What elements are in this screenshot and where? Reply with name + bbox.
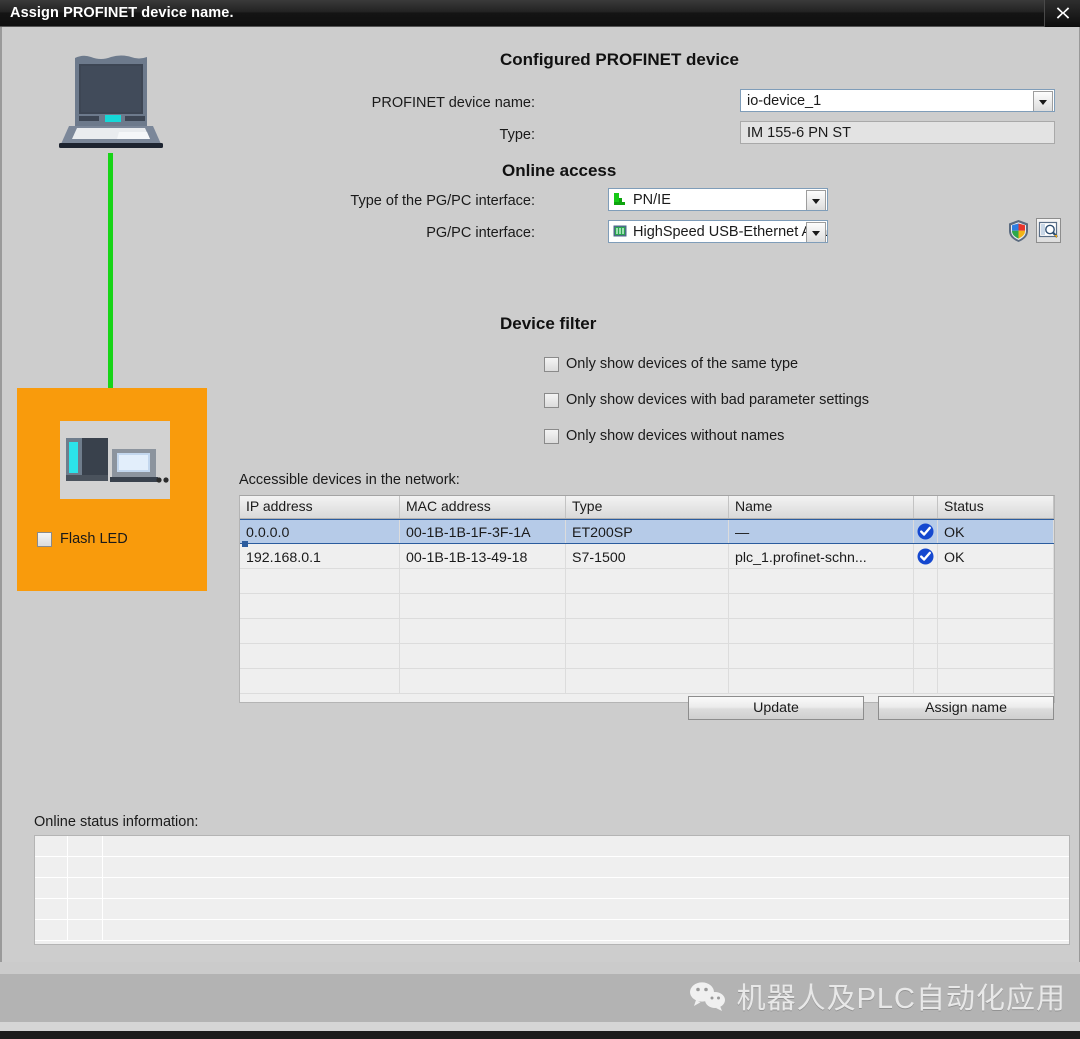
- profinet-device-name-input[interactable]: io-device_1: [740, 89, 1055, 112]
- online-status-table[interactable]: [34, 835, 1070, 945]
- profinet-device-name-value: io-device_1: [747, 93, 821, 109]
- filter-without-names-label: Only show devices without names: [566, 428, 784, 444]
- browse-network-button[interactable]: [1036, 218, 1061, 243]
- shield-button[interactable]: [1008, 219, 1029, 248]
- table-header-row: IP address MAC address Type Name Status: [240, 496, 1054, 519]
- dialog-body: Flash LED Configured PROFINET device PRO…: [0, 27, 1080, 962]
- cell-status: OK: [938, 520, 1054, 543]
- filter-option-same-type[interactable]: Only show devices of the same type: [544, 356, 798, 372]
- watermark-text: 机器人及PLC自动化应用: [737, 975, 1066, 1017]
- update-button[interactable]: Update: [688, 696, 864, 720]
- chevron-down-icon[interactable]: [806, 222, 826, 243]
- cell-ip: 0.0.0.0: [240, 520, 400, 543]
- device-type-label: Type:: [285, 127, 535, 143]
- flash-led-checkbox[interactable]: [37, 532, 52, 547]
- cell-type: ET200SP: [566, 520, 729, 543]
- watermark: 机器人及PLC自动化应用: [688, 975, 1066, 1017]
- topology-graphic-panel: Flash LED: [2, 27, 230, 627]
- filter-bad-parameters-checkbox[interactable]: [544, 393, 559, 408]
- online-access-heading: Online access: [502, 161, 616, 181]
- shield-icon: [1008, 219, 1029, 243]
- table-row-empty[interactable]: [240, 669, 1054, 694]
- cell-mac: 00-1B-1B-1F-3F-1A: [400, 520, 566, 543]
- footer-edge: [0, 1022, 1080, 1031]
- cell-status-icon: [914, 544, 938, 568]
- check-circle-icon: [917, 548, 934, 565]
- cell-status: OK: [938, 544, 1054, 568]
- column-header-ip[interactable]: IP address: [240, 496, 400, 518]
- online-status-caption: Online status information:: [34, 814, 198, 830]
- cell-name: plc_1.profinet-schn...: [729, 544, 914, 568]
- table-row[interactable]: 0.0.0.0 00-1B-1B-1F-3F-1A ET200SP — OK: [240, 519, 1054, 544]
- pgpc-interface-label: PG/PC interface:: [255, 225, 535, 241]
- configured-device-heading: Configured PROFINET device: [500, 50, 739, 70]
- column-header-mac[interactable]: MAC address: [400, 496, 566, 518]
- close-icon: [1055, 5, 1071, 21]
- pgpc-interface-select[interactable]: HighSpeed USB-Ethernet Adapter: [608, 220, 828, 243]
- chevron-down-icon[interactable]: [1033, 91, 1053, 112]
- cell-name: —: [729, 520, 914, 543]
- io-device-graphic: [60, 421, 170, 499]
- magnifier-card-icon: [1038, 220, 1059, 241]
- table-row[interactable]: 192.168.0.1 00-1B-1B-13-49-18 S7-1500 pl…: [240, 544, 1054, 569]
- assign-profinet-device-name-dialog: Assign PROFINET device name.: [0, 0, 1080, 1039]
- filter-option-without-names[interactable]: Only show devices without names: [544, 428, 784, 444]
- cell-ip: 192.168.0.1: [240, 544, 400, 568]
- io-device-icon: [60, 421, 170, 499]
- device-type-value: IM 155-6 PN ST: [740, 121, 1055, 144]
- cell-status-icon: [914, 520, 938, 543]
- filter-option-bad-parameters[interactable]: Only show devices with bad parameter set…: [544, 392, 869, 408]
- flash-led-control[interactable]: Flash LED: [37, 531, 128, 547]
- footer-dark-band: [0, 1031, 1080, 1039]
- filter-same-type-label: Only show devices of the same type: [566, 356, 798, 372]
- wechat-icon: [688, 980, 728, 1012]
- device-filter-heading: Device filter: [500, 314, 596, 334]
- selected-device-highlight: Flash LED: [17, 388, 207, 591]
- dialog-title: Assign PROFINET device name.: [10, 5, 234, 21]
- filter-without-names-checkbox[interactable]: [544, 429, 559, 444]
- check-circle-icon: [917, 523, 934, 540]
- profinet-device-name-label: PROFINET device name:: [285, 95, 535, 111]
- network-plug-icon: [613, 192, 628, 207]
- filter-same-type-checkbox[interactable]: [544, 357, 559, 372]
- pgpc-interface-type-select[interactable]: PN/IE: [608, 188, 828, 211]
- pgpc-interface-value: HighSpeed USB-Ethernet Adapter: [633, 224, 828, 240]
- footer-light-band: [0, 962, 1080, 974]
- network-card-icon: [613, 224, 628, 239]
- table-row-empty[interactable]: [240, 644, 1054, 669]
- column-header-name[interactable]: Name: [729, 496, 914, 518]
- laptop-icon: [57, 54, 167, 154]
- table-row-empty[interactable]: [240, 594, 1054, 619]
- pgpc-interface-type-value: PN/IE: [633, 192, 671, 208]
- chevron-down-icon[interactable]: [806, 190, 826, 211]
- column-header-type[interactable]: Type: [566, 496, 729, 518]
- accessible-devices-table[interactable]: IP address MAC address Type Name Status …: [239, 495, 1055, 703]
- table-row-empty[interactable]: [240, 569, 1054, 594]
- filter-bad-parameters-label: Only show devices with bad parameter set…: [566, 392, 869, 408]
- devices-table-caption: Accessible devices in the network:: [239, 472, 460, 488]
- column-header-icon[interactable]: [914, 496, 938, 518]
- close-button[interactable]: [1044, 0, 1080, 27]
- column-header-status[interactable]: Status: [938, 496, 1054, 518]
- assign-name-button[interactable]: Assign name: [878, 696, 1054, 720]
- pgpc-interface-type-label: Type of the PG/PC interface:: [255, 193, 535, 209]
- dialog-content: Configured PROFINET device PROFINET devi…: [230, 27, 1080, 962]
- cell-mac: 00-1B-1B-13-49-18: [400, 544, 566, 568]
- title-bar: Assign PROFINET device name.: [0, 0, 1080, 27]
- table-row-empty[interactable]: [240, 619, 1054, 644]
- cell-type: S7-1500: [566, 544, 729, 568]
- flash-led-label: Flash LED: [60, 531, 128, 547]
